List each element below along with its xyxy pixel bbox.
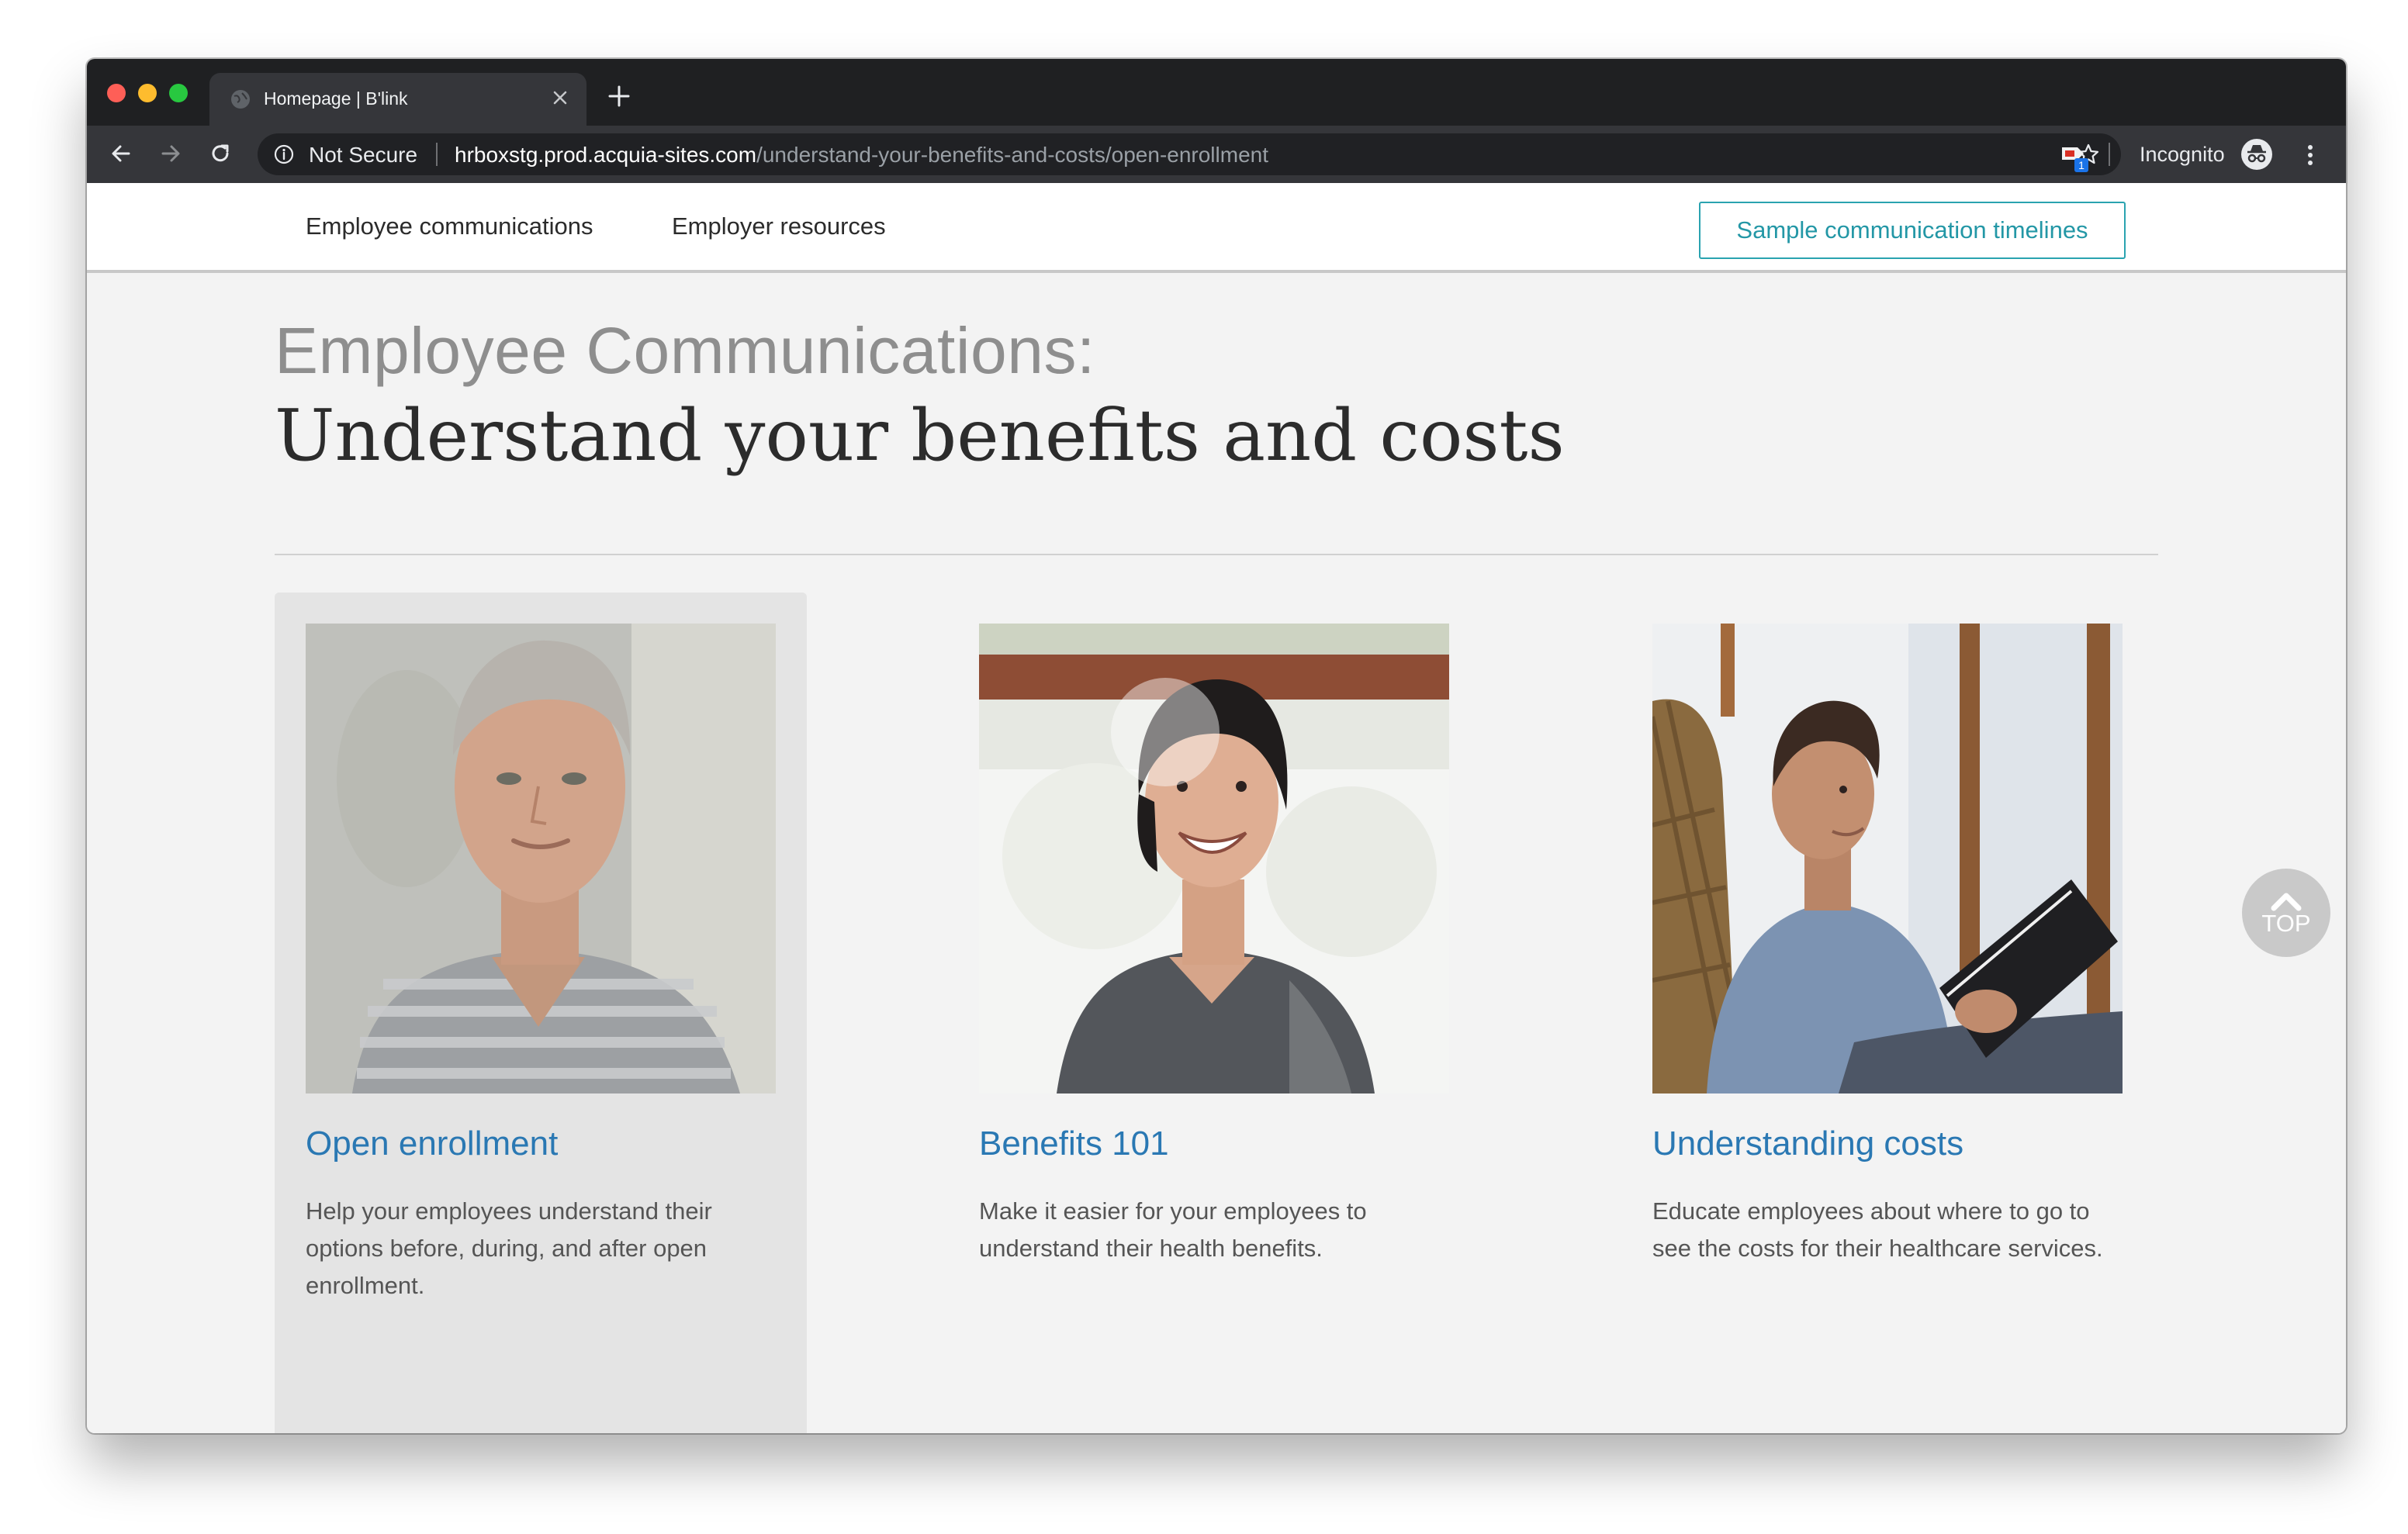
forward-arrow-icon[interactable]: [155, 138, 186, 169]
url-text[interactable]: hrboxstg.prod.acquia-sites.com/understan…: [455, 143, 1268, 168]
tab-title: Homepage | B'link: [264, 88, 408, 109]
site-navigation: Employee communications Employer resourc…: [87, 183, 2346, 273]
browser-tab[interactable]: Homepage | B'link: [209, 73, 586, 126]
new-tab-icon[interactable]: [604, 81, 635, 112]
benefits-101-photo[interactable]: [979, 624, 1449, 1093]
card-description: Make it easier for your employees to und…: [979, 1197, 1367, 1262]
card-title-link[interactable]: Open enrollment: [306, 1125, 558, 1163]
minimize-window-button[interactable]: [138, 84, 157, 102]
back-arrow-icon[interactable]: [106, 138, 137, 169]
close-tab-icon[interactable]: [546, 84, 574, 112]
url-host: hrboxstg.prod.acquia-sites.com: [455, 143, 757, 167]
tab-strip: Homepage | B'link: [87, 59, 2346, 126]
extension-badge: 1: [2078, 159, 2085, 171]
globe-icon: [231, 90, 250, 109]
title-divider: [275, 554, 2158, 555]
reload-icon[interactable]: [205, 138, 236, 169]
address-bar[interactable]: Not Secure hrboxstg.prod.acquia-sites.co…: [258, 133, 2121, 175]
nav-employer-resources[interactable]: Employer resources: [672, 212, 886, 240]
info-icon[interactable]: [273, 143, 295, 165]
page-content: Employee communications Employer resourc…: [87, 183, 2346, 1433]
browser-window: Homepage | B'link Not Secure hrboxstg.pr…: [87, 59, 2346, 1433]
section-eyebrow: Employee Communications:: [275, 314, 1095, 387]
scroll-to-top-label: TOP: [2261, 910, 2311, 937]
incognito-icon[interactable]: [2240, 138, 2273, 171]
nav-employee-communications[interactable]: Employee communications: [306, 212, 593, 240]
card-understanding-costs[interactable]: Understanding costs Educate employees ab…: [1621, 593, 2154, 1433]
browser-toolbar: Not Secure hrboxstg.prod.acquia-sites.co…: [87, 126, 2346, 183]
card-title-link[interactable]: Benefits 101: [979, 1125, 1169, 1163]
man-reading-image: [1652, 624, 2123, 1093]
understanding-costs-photo[interactable]: [1652, 624, 2123, 1093]
close-window-button[interactable]: [107, 84, 126, 102]
url-path: /understand-your-benefits-and-costs/open…: [756, 143, 1268, 167]
woman-laughing-image: [979, 624, 1449, 1093]
address-separator: [436, 143, 438, 166]
open-enrollment-photo[interactable]: [306, 624, 776, 1093]
scroll-to-top-button[interactable]: TOP: [2242, 869, 2330, 957]
card-open-enrollment[interactable]: Open enrollment Help your employees unde…: [275, 593, 807, 1433]
page-title: Understand your benefits and costs: [275, 394, 1565, 477]
incognito-label: Incognito: [2140, 143, 2225, 166]
card-description: Educate employees about where to go to s…: [1652, 1197, 2103, 1262]
card-description: Help your employees understand their opt…: [306, 1197, 712, 1299]
chevron-up-icon: [2271, 893, 2302, 911]
maximize-window-button[interactable]: [169, 84, 188, 102]
card-benefits-101[interactable]: Benefits 101 Make it easier for your emp…: [948, 593, 1480, 1433]
man-portrait-image: [306, 624, 776, 1093]
security-status[interactable]: Not Secure: [309, 143, 417, 168]
toolbar-separator: [2109, 143, 2110, 166]
card-title-link[interactable]: Understanding costs: [1652, 1125, 1963, 1163]
more-vertical-icon[interactable]: [2295, 140, 2326, 171]
sample-timelines-button[interactable]: Sample communication timelines: [1699, 202, 2126, 259]
extension-button[interactable]: 1: [2057, 140, 2091, 174]
extension-icon: 1: [2062, 147, 2088, 172]
